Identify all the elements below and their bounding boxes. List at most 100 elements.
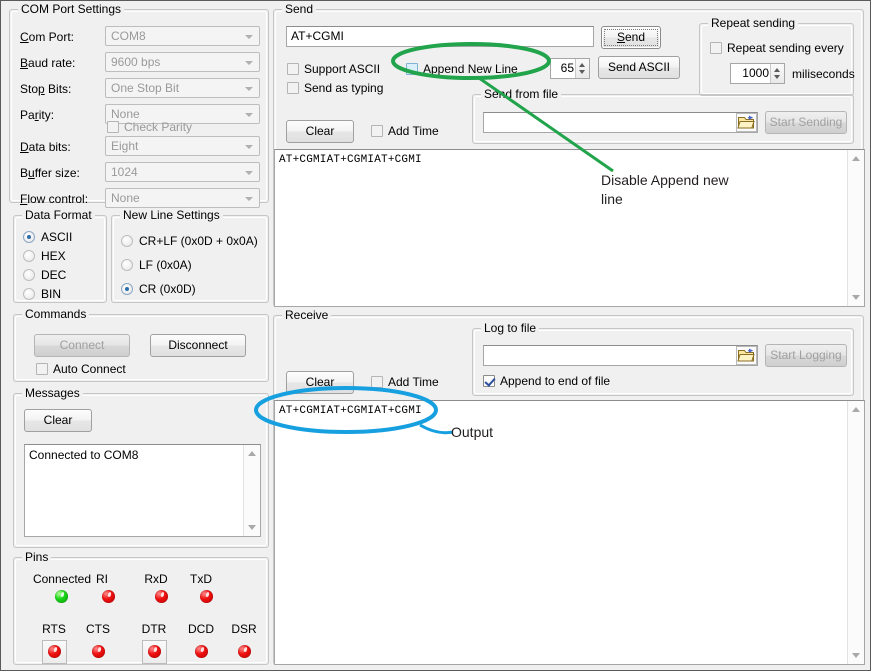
pins-title: Pins — [22, 551, 51, 563]
send-clear-button[interactable]: Clear — [286, 120, 354, 143]
pin-led-connected — [55, 590, 68, 603]
spinner-arrows[interactable] — [575, 59, 589, 78]
send-group: Send AT+CGMI Send Support ASCII Append N… — [273, 9, 864, 307]
auto-connect-checkbox[interactable]: Auto Connect — [36, 362, 126, 376]
send-file-path-input[interactable] — [483, 112, 758, 133]
send-add-time-checkbox[interactable]: Add Time — [371, 124, 439, 138]
radio-newline-crlf[interactable]: CR+LF (0x0D + 0x0A) — [121, 234, 258, 248]
folder-open-icon[interactable] — [736, 346, 757, 365]
pin-label-dcd: DCD — [179, 622, 223, 636]
repeat-sending-group: Repeat sending Repeat sending every 1000… — [699, 23, 854, 96]
repeat-interval-value: 1000 — [742, 65, 769, 82]
folder-open-icon[interactable] — [736, 113, 757, 132]
scroll-up-icon[interactable] — [848, 150, 864, 166]
buffer-size-select[interactable]: 1024 — [105, 162, 260, 182]
scroll-down-icon[interactable] — [848, 648, 864, 664]
send-add-time-label: Add Time — [388, 124, 439, 138]
radio-data-format-hex[interactable]: HEX — [23, 249, 66, 263]
pin-led-rts — [48, 645, 61, 658]
data-format-title: Data Format — [22, 209, 95, 221]
scroll-down-icon[interactable] — [244, 520, 260, 536]
scroll-up-icon[interactable] — [244, 445, 260, 461]
com-port-label: Com Port: — [20, 30, 74, 44]
send-ascii-button[interactable]: Send ASCII — [598, 56, 680, 79]
com-port-settings-group: COM Port Settings Com Port: COM8 Baud ra… — [9, 9, 269, 203]
receive-group: Receive Log to file Start Logging — [273, 315, 864, 665]
radio-label: CR (0x0D) — [139, 282, 196, 296]
messages-group: Messages Clear Connected to COM8 — [13, 393, 269, 548]
radio-data-format-dec[interactable]: DEC — [23, 268, 66, 282]
flow-control-select[interactable]: None — [105, 188, 260, 208]
check-parity-checkbox[interactable]: Check Parity — [107, 120, 192, 134]
radio-circle — [23, 250, 35, 262]
pin-led-cts — [92, 645, 105, 658]
messages-log-area[interactable]: Connected to COM8 — [24, 444, 261, 537]
send-output-area[interactable]: AT+CGMIAT+CGMIAT+CGMI — [274, 149, 865, 307]
radio-data-format-bin[interactable]: BIN — [23, 287, 61, 301]
pin-label-dtr: DTR — [132, 622, 176, 636]
scroll-down-icon[interactable] — [848, 290, 864, 306]
messages-clear-label: Clear — [44, 413, 73, 427]
pin-led-txd — [200, 590, 213, 603]
checkbox-box — [710, 42, 722, 54]
scroll-up-icon[interactable] — [848, 401, 864, 417]
start-logging-label: Start Logging — [770, 348, 841, 362]
green-annotation-text: Disable Append new line — [601, 171, 761, 209]
data-bits-select[interactable]: Eight — [105, 136, 260, 156]
messages-scrollbar[interactable] — [243, 445, 260, 536]
send-button[interactable]: Send — [601, 26, 661, 49]
com-port-select[interactable]: COM8 — [105, 26, 260, 46]
repeat-sending-checkbox[interactable]: Repeat sending every — [710, 41, 844, 55]
new-line-settings-title: New Line Settings — [120, 209, 223, 221]
radio-newline-cr[interactable]: CR (0x0D) — [121, 282, 196, 296]
log-file-path-input[interactable] — [483, 345, 758, 366]
start-sending-label: Start Sending — [770, 115, 843, 129]
receive-add-time-checkbox[interactable]: Add Time — [371, 375, 439, 389]
send-output-scrollbar[interactable] — [847, 150, 864, 306]
append-to-end-of-file-checkbox[interactable]: Append to end of file — [483, 374, 610, 388]
checkbox-box — [287, 82, 299, 94]
stop-bits-select[interactable]: One Stop Bit — [105, 78, 260, 98]
radio-data-format-ascii[interactable]: ASCII — [23, 230, 72, 244]
receive-clear-button[interactable]: Clear — [286, 371, 354, 394]
support-ascii-checkbox[interactable]: Support ASCII — [287, 62, 380, 76]
chevron-down-icon — [245, 35, 253, 39]
parity-value: None — [111, 107, 140, 121]
chevron-down-icon — [245, 197, 253, 201]
send-from-file-group: Send from file Start Sending — [472, 94, 854, 144]
send-as-typing-checkbox[interactable]: Send as typing — [287, 81, 383, 95]
checkbox-box — [371, 125, 383, 137]
checkbox-box — [36, 363, 48, 375]
checkbox-box — [107, 121, 119, 133]
data-bits-label: Data bits: — [20, 140, 71, 154]
pin-led-dtr — [148, 645, 161, 658]
radio-label: CR+LF (0x0D + 0x0A) — [139, 234, 258, 248]
receive-output-area[interactable]: AT+CGMIAT+CGMIAT+CGMI — [274, 400, 865, 665]
repeat-interval-spinner[interactable]: 1000 — [730, 63, 785, 84]
chevron-down-icon — [245, 171, 253, 175]
receive-output-scrollbar[interactable] — [847, 401, 864, 664]
radio-newline-lf[interactable]: LF (0x0A) — [121, 258, 192, 272]
append-new-line-label: Append New Line — [423, 62, 518, 76]
receive-output-text: AT+CGMIAT+CGMIAT+CGMI — [279, 404, 846, 419]
checkbox-box — [287, 63, 299, 75]
connect-button[interactable]: Connect — [34, 334, 130, 357]
messages-title: Messages — [22, 387, 83, 399]
append-new-line-checkbox[interactable]: Append New Line — [406, 62, 518, 76]
commands-title: Commands — [22, 308, 89, 320]
spinner-arrows[interactable] — [770, 64, 784, 83]
stop-bits-value: One Stop Bit — [111, 81, 179, 95]
pin-label-rts: RTS — [32, 622, 76, 636]
start-logging-button[interactable]: Start Logging — [765, 344, 847, 367]
disconnect-button[interactable]: Disconnect — [150, 334, 246, 357]
buffer-size-value: 1024 — [111, 165, 138, 179]
ascii-code-spinner[interactable]: 65 — [550, 58, 590, 79]
radio-label: ASCII — [41, 230, 72, 244]
baud-rate-label: Baud rate: — [20, 56, 75, 70]
messages-clear-button[interactable]: Clear — [24, 409, 92, 432]
baud-rate-select[interactable]: 9600 bps — [105, 52, 260, 72]
send-command-input[interactable]: AT+CGMI — [286, 26, 594, 47]
com-port-settings-title: COM Port Settings — [18, 3, 124, 15]
parity-label: Parity: — [20, 108, 54, 122]
start-sending-button[interactable]: Start Sending — [765, 111, 847, 134]
